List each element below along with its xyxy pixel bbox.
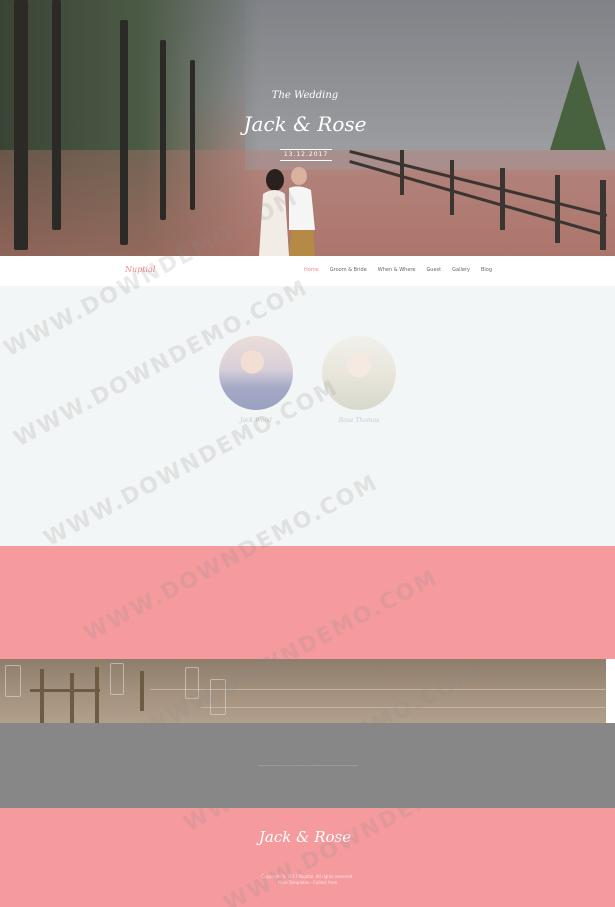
glass-jar <box>210 679 226 715</box>
footer-credit[interactable]: More Templates - Collect from <box>200 880 415 885</box>
hero-date: 13.12.2017 <box>280 149 332 161</box>
glass-jar <box>5 665 21 697</box>
groom-bride-section: Jack Wood Rose Thomas <box>0 286 615 546</box>
grey-section <box>0 723 615 808</box>
site-logo[interactable]: Nuptial <box>125 265 155 274</box>
chair-rail <box>30 689 100 692</box>
page: The Wedding Jack & Rose 13.12.2017 Nupti… <box>0 0 615 907</box>
countdown-section <box>0 546 615 659</box>
nav-item-groom-bride[interactable]: Groom & Bride <box>330 267 367 273</box>
groom-avatar <box>219 336 293 410</box>
main-navbar: Nuptial Home Groom & Bride When & Where … <box>0 256 615 287</box>
bride-name: Rose Thomas <box>338 417 380 424</box>
footer-copyright: Copyright © 2017 Nuptial. All rights res… <box>261 874 354 879</box>
chair-leg <box>40 669 44 723</box>
nav-item-gallery[interactable]: Gallery <box>452 267 470 273</box>
hero-banner: The Wedding Jack & Rose 13.12.2017 <box>0 0 615 256</box>
nav-item-blog[interactable]: Blog <box>481 267 492 273</box>
nav-menu: Home Groom & Bride When & Where Guest Ga… <box>304 267 503 273</box>
hero-subtitle: The Wedding <box>271 90 339 101</box>
bride-avatar <box>322 336 396 410</box>
floor-line <box>200 707 606 708</box>
glass-jar <box>185 667 199 699</box>
nav-item-home[interactable]: Home <box>304 267 319 273</box>
hero-text: The Wedding Jack & Rose 13.12.2017 <box>0 0 615 256</box>
footer-title: Jack & Rose <box>258 828 352 846</box>
glass-jar <box>110 663 124 695</box>
chair-leg <box>95 667 99 723</box>
hero-title: Jack & Rose <box>243 112 367 136</box>
nav-item-guest[interactable]: Guest <box>426 267 441 273</box>
groom-name: Jack Wood <box>240 417 272 424</box>
chair-leg <box>70 673 74 723</box>
nav-item-when-where[interactable]: When & Where <box>378 267 416 273</box>
divider <box>258 765 358 766</box>
footer: Jack & Rose Copyright © 2017 Nuptial. Al… <box>0 808 615 907</box>
venue-image <box>0 659 606 723</box>
chair-leg <box>140 671 144 711</box>
